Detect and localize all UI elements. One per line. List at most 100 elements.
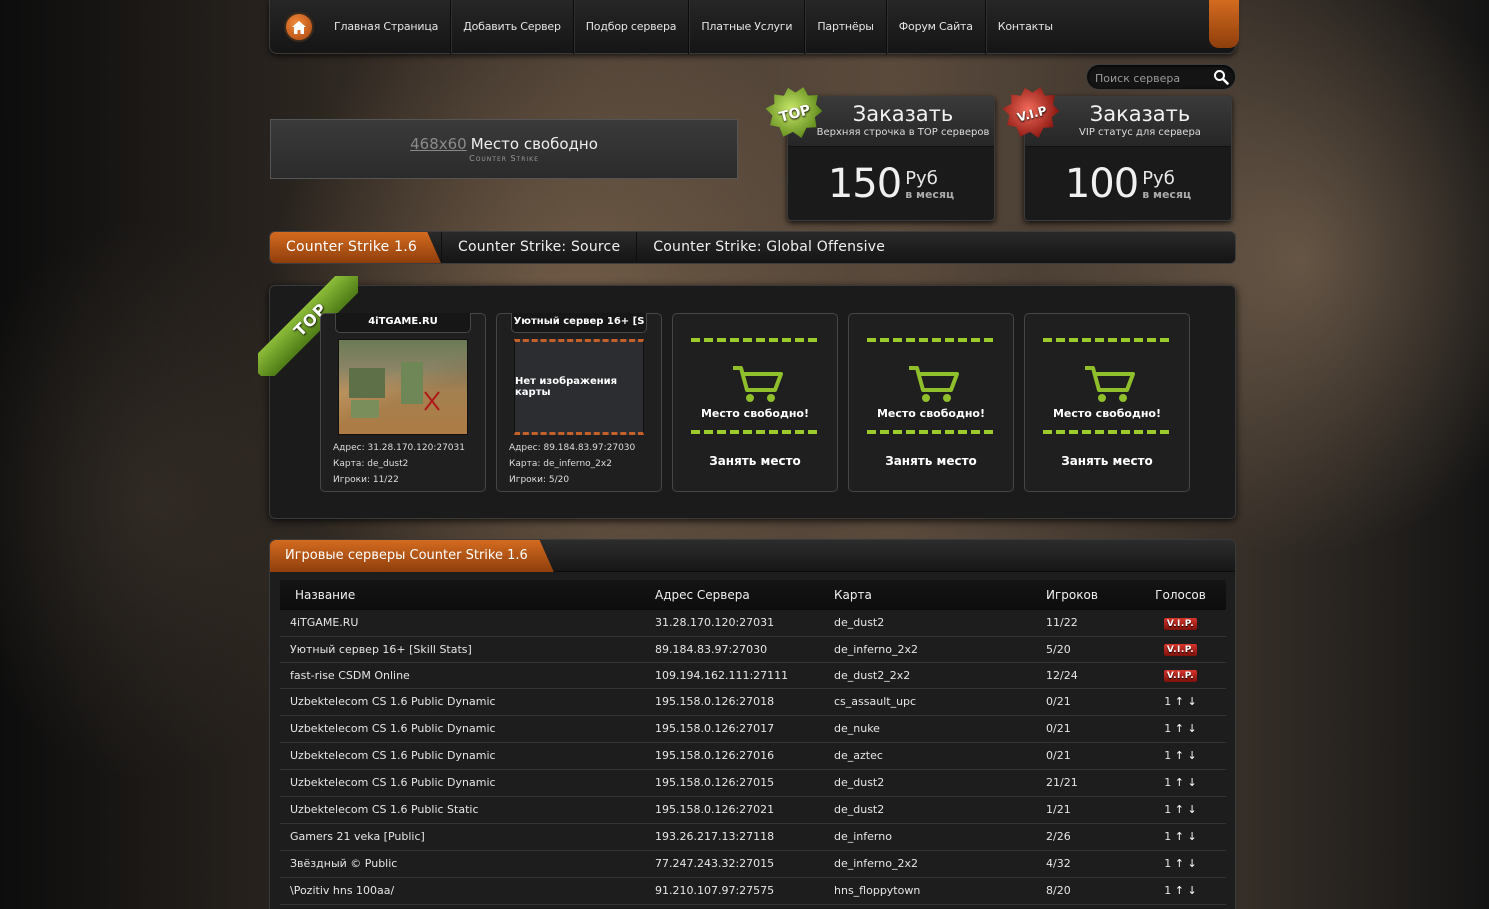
column-header-address[interactable]: Адрес Сервера [655,580,834,610]
order-vip-price: 100 Руб в месяц [1025,147,1231,220]
ad-text: Место свободно [470,135,598,153]
nav-item-server-search[interactable]: Подбор сервера [574,0,690,54]
vote-up-icon[interactable]: ↑ [1175,695,1184,708]
server-name[interactable]: Uzbektelecom CS 1.6 Public Static [280,796,655,824]
vote-up-icon[interactable]: ↑ [1175,749,1184,762]
table-row[interactable]: Uzbektelecom CS 1.6 Public Dynamic 195.15… [280,742,1226,770]
server-name[interactable]: Uzbektelecom CS 1.6 Public Dynamic [280,715,655,743]
order-top-box[interactable]: TOP Заказать Верхняя строчка в TOP серве… [787,96,995,221]
nav-item-contacts[interactable]: Контакты [986,0,1065,54]
take-slot-button[interactable]: Занять место [673,454,837,468]
server-name[interactable]: Uzbektelecom CS 1.6 Public Dynamic [280,742,655,770]
vote-down-icon[interactable]: ↓ [1188,830,1197,843]
vote-down-icon[interactable]: ↓ [1188,884,1197,897]
search-box [1086,64,1236,90]
server-name[interactable]: Gamers 21 veka [Public] [280,823,655,851]
server-address: 195.158.0.126:27015 [655,769,834,797]
top-server-name: Уютный сервер 16+ [S [511,313,647,333]
server-votes: 1 ↑ ↓ [1135,823,1226,851]
free-slot-card[interactable]: Место свободно! Занять место [1024,313,1190,492]
vote-count: 1 [1164,695,1172,708]
server-name[interactable]: fast-rise CSDM Online [280,662,655,689]
server-name[interactable]: Звёздный © Public [280,850,655,878]
no-map-image-text: Нет изображения карты [515,376,618,398]
table-row[interactable]: fast-rise CSDM Online 109.194.162.111:271… [280,662,1226,689]
server-address: 195.158.0.126:27021 [655,796,834,824]
vote-down-icon[interactable]: ↓ [1188,695,1197,708]
vote-up-icon[interactable]: ↑ [1175,803,1184,816]
search-input[interactable] [1095,69,1210,87]
server-players: 12/24 [1046,662,1135,689]
server-name[interactable]: Уютный сервер 16+ [Skill Stats] [280,636,655,663]
nav-item-home[interactable]: Главная Страница [322,0,452,54]
column-header-players[interactable]: Игроков [1046,580,1135,610]
table-row[interactable]: \Pozitiv hns 100aa/91.210.107.97:27575 hn… [280,877,1226,905]
vote-up-icon[interactable]: ↑ [1175,722,1184,735]
vote-down-icon[interactable]: ↓ [1188,749,1197,762]
free-slot-card[interactable]: Место свободно! Занять место [672,313,838,492]
server-votes: V.I.P. [1135,610,1226,637]
vote-down-icon[interactable]: ↓ [1188,857,1197,870]
table-row[interactable]: Uzbektelecom CS 1.6 Public Dynamic 195.15… [280,688,1226,716]
order-top-price: 150 Руб в месяц [788,147,994,220]
vote-down-icon[interactable]: ↓ [1188,776,1197,789]
vote-down-icon[interactable]: ↓ [1188,803,1197,816]
server-map: hns_floppytown [834,877,1046,905]
server-name[interactable]: 4iTGAME.RU [280,610,655,637]
table-row[interactable]: 4iTGAME.RU 31.28.170.120:27031 de_dust2 11/… [280,610,1226,637]
server-address: 195.158.0.126:27016 [655,742,834,770]
server-players: 8/20 [1046,877,1135,905]
server-address: 195.158.0.126:27018 [655,688,834,716]
home-button[interactable] [284,12,314,42]
server-players: 1/21 [1046,796,1135,824]
take-slot-button[interactable]: Занять место [849,454,1013,468]
vote-count: 1 [1164,803,1172,816]
vote-down-icon[interactable]: ↓ [1188,722,1197,735]
server-address: 91.210.107.97:27575 [655,877,834,905]
ad-banner-slot[interactable]: 468x60 Место свободно Counter Strike [270,119,738,179]
table-row[interactable]: Звёздный © Public 77.247.243.32:27015 de_i… [280,850,1226,878]
vote-up-icon[interactable]: ↑ [1175,830,1184,843]
order-top-header: Заказать Верхняя строчка в TOP серверов [788,97,994,147]
nav-item-add-server[interactable]: Добавить Сервер [451,0,574,54]
top-server-card[interactable]: Уютный сервер 16+ [S Нет изображения кар… [496,313,662,492]
tab-csgo[interactable]: Counter Strike: Global Offensive [636,232,901,263]
column-header-votes[interactable]: Голосов [1135,580,1226,610]
vip-status-badge: V.I.P. [1163,670,1198,682]
free-slot-text: Место свободно! [700,407,810,420]
table-row[interactable]: Gamers 21 veka [Public] 193.26.217.13:271… [280,823,1226,851]
top-server-card[interactable]: 4iTGAME.RU Адрес: 31.28.170.120:27031 Ка… [320,313,486,492]
vote-count: 1 [1164,749,1172,762]
nav-item-paid-services[interactable]: Платные Услуги [689,0,806,54]
take-slot-button[interactable]: Занять место [1025,454,1189,468]
nav-item-forum[interactable]: Форум Сайта [887,0,986,54]
server-votes: 1 ↑ ↓ [1135,850,1226,878]
table-row[interactable]: Уютный сервер 16+ [Skill Stats] 89.184.83… [280,636,1226,663]
order-vip-box[interactable]: V.I.P Заказать VIP статус для сервера 10… [1024,96,1232,221]
server-name[interactable]: \Pozitiv hns 100aa/ [280,877,655,905]
column-header-name[interactable]: Название [280,580,655,610]
table-row[interactable]: Uzbektelecom CS 1.6 Public Dynamic 195.15… [280,769,1226,797]
vote-up-icon[interactable]: ↑ [1175,776,1184,789]
tab-cs16[interactable]: Counter Strike 1.6 [270,232,441,263]
server-name[interactable]: Uzbektelecom CS 1.6 Public Dynamic [280,769,655,797]
server-map: de_inferno_2x2 [834,636,1046,663]
vote-up-icon[interactable]: ↑ [1175,884,1184,897]
server-players: 11/22 [1046,610,1135,637]
server-players: 0/21 [1046,715,1135,743]
free-slot-text: Место свободно! [1052,407,1162,420]
free-slot-card[interactable]: Место свободно! Занять место [848,313,1014,492]
dashed-divider [867,430,995,434]
tab-css[interactable]: Counter Strike: Source [440,232,636,263]
order-top-currency: Руб [905,167,938,189]
server-name[interactable]: Uzbektelecom CS 1.6 Public Dynamic [280,688,655,716]
vote-up-icon[interactable]: ↑ [1175,857,1184,870]
table-row[interactable]: Uzbektelecom CS 1.6 Public Static 195.158… [280,796,1226,824]
table-row[interactable]: Uzbektelecom CS 1.6 Public Dynamic 195.15… [280,715,1226,743]
vote-count: 1 [1164,884,1172,897]
server-map: cs_assault_upc [834,688,1046,716]
search-icon[interactable] [1213,69,1229,85]
vip-status-badge: V.I.P. [1163,644,1198,656]
nav-item-partners[interactable]: Партнёры [805,0,887,54]
column-header-map[interactable]: Карта [834,580,1046,610]
